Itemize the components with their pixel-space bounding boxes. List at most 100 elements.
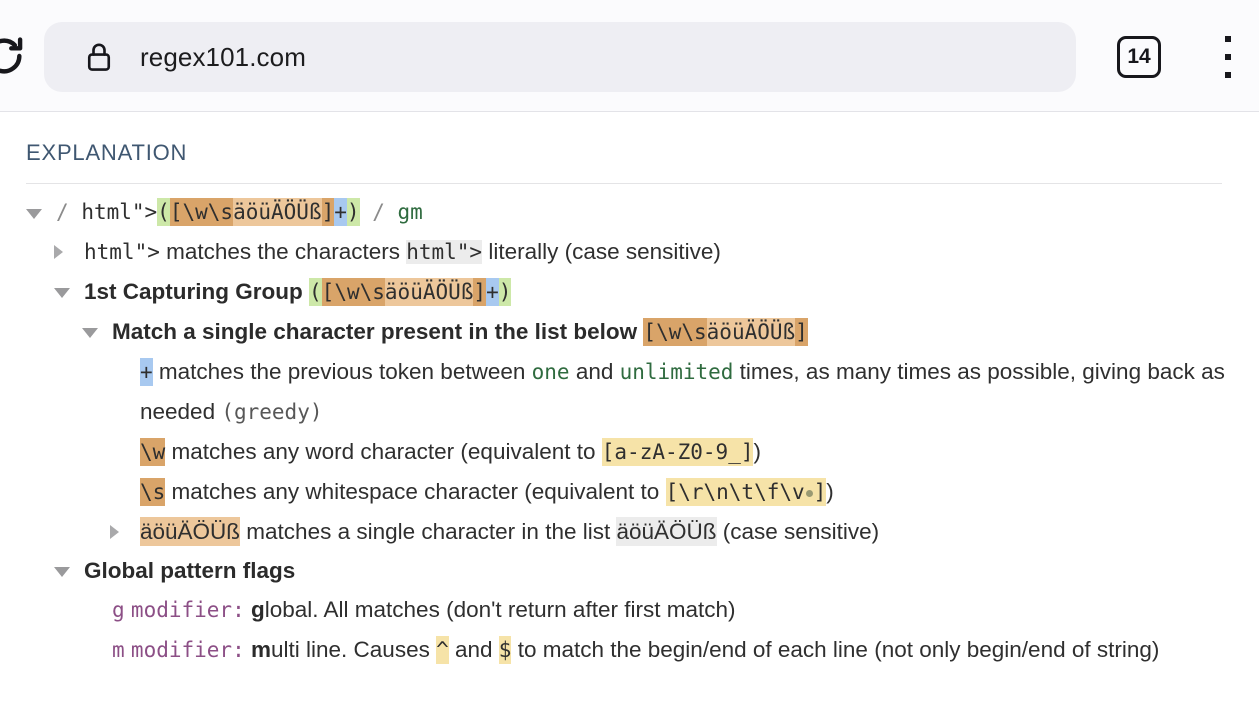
char-class-label: Match a single character present in the …	[112, 319, 638, 344]
whitespace-text: matches any whitespace character (equiva…	[165, 479, 666, 504]
cg-class-open: [	[321, 278, 335, 306]
word-char-equivalent: [a-zA-Z0-9_]	[601, 438, 754, 466]
explanation-tree: / html">([\w\säöüÄÖÜß]+) / gm html"> mat…	[26, 193, 1229, 670]
quantifier-max: unlimited	[619, 360, 734, 384]
page-title: EXPLANATION	[26, 140, 188, 165]
pattern-group-close: )	[346, 198, 360, 226]
quantifier-text-2: and	[569, 359, 620, 384]
cc-class-chars: äöüÄÖÜß	[706, 318, 796, 346]
disclosure-triangle-icon[interactable]	[54, 245, 63, 259]
capturing-group-line: 1st Capturing Group ([\w\säöüÄÖÜß]+)	[84, 272, 1229, 312]
charlist-token: äöüÄÖÜß	[140, 517, 241, 546]
tree-row-global-flags: Global pattern flags	[26, 551, 1229, 590]
tree-row-char-class: Match a single character present in the …	[26, 312, 1229, 352]
reload-icon	[0, 37, 23, 74]
title-divider	[26, 183, 1222, 184]
tree-row-m-flag: m modifier: multi line. Causes ^ and $ t…	[26, 630, 1229, 670]
literal-code: html">	[406, 240, 483, 264]
cc-class-escapes: \w\s	[656, 318, 707, 346]
g-flag-modifier: modifier:	[130, 598, 245, 622]
cg-quantifier: +	[486, 278, 499, 306]
pattern-quantifier: +	[334, 198, 347, 226]
whitespace-line: \s matches any whitespace character (equ…	[140, 472, 1229, 512]
quantifier-greedy: (greedy)	[221, 400, 323, 424]
charlist-text-before: matches a single character in the list	[240, 519, 617, 544]
word-char-token: \w	[140, 438, 166, 466]
cg-class-escapes: \w\s	[334, 278, 385, 306]
literal-token: html">	[84, 240, 160, 264]
whitespace-equivalent-close: ]	[813, 480, 827, 504]
m-flag-modifier: modifier:	[130, 638, 245, 662]
whitespace-text-after: )	[826, 479, 834, 504]
literal-text-after: literally (case sensitive)	[482, 239, 721, 264]
charlist-text-after: (case sensitive)	[716, 519, 880, 544]
quantifier-min: one	[531, 360, 570, 384]
whitespace-equivalent-open: [\r\n\t\f\v	[665, 480, 805, 504]
literal-line: html"> matches the characters html"> lit…	[84, 232, 1229, 272]
literal-text-before: matches the characters	[159, 239, 407, 264]
address-bar[interactable]: regex101.com	[44, 22, 1076, 92]
quantifier-text-1: matches the previous token between	[152, 359, 532, 384]
disclosure-triangle-icon[interactable]	[54, 567, 70, 577]
pattern-group-open: (	[157, 198, 170, 226]
pattern-literal: html">	[81, 200, 158, 224]
whitespace-equivalent: [\r\n\t\f\v]	[665, 478, 827, 506]
g-flag-letter: g	[112, 598, 125, 622]
quantifier-token: +	[140, 358, 153, 386]
overflow-menu-icon[interactable]	[1213, 32, 1243, 82]
m-flag-dollar: $	[498, 636, 512, 664]
pattern-slash-close: /	[372, 200, 385, 224]
m-flag-text-3: to match the begin/end of each line (not…	[511, 637, 1160, 662]
disclosure-triangle-icon[interactable]	[54, 288, 70, 298]
cg-group-open: (	[309, 278, 322, 306]
quantifier-line: + matches the previous token between one…	[140, 352, 1229, 432]
cg-class-close: ]	[473, 278, 487, 306]
cg-class-chars: äöüÄÖÜß	[384, 278, 474, 306]
tree-row-pattern: / html">([\w\säöüÄÖÜß]+) / gm	[26, 193, 1229, 232]
g-flag-bold-letter: g	[250, 597, 265, 622]
cg-group-close: )	[498, 278, 512, 306]
tree-row-literal: html"> matches the characters html"> lit…	[26, 232, 1229, 272]
m-flag-line: m modifier: multi line. Causes ^ and $ t…	[112, 630, 1229, 670]
g-flag-line: g modifier: global. All matches (don't r…	[112, 590, 1229, 630]
menu-dot	[1225, 36, 1231, 42]
tree-row-g-flag: g modifier: global. All matches (don't r…	[26, 590, 1229, 630]
pattern-line: / html">([\w\säöüÄÖÜß]+) / gm	[56, 193, 1229, 232]
pattern-class-open: [	[169, 198, 183, 226]
g-flag-text: lobal. All matches (don't return after f…	[264, 597, 736, 622]
tree-row-word-char: \w matches any word character (equivalen…	[26, 432, 1229, 472]
disclosure-triangle-icon[interactable]	[82, 328, 98, 338]
word-char-text: matches any word character (equivalent t…	[165, 439, 602, 464]
tree-row-capturing-group: 1st Capturing Group ([\w\säöüÄÖÜß]+)	[26, 272, 1229, 312]
pattern-class-escapes: \w\s	[182, 198, 234, 226]
tree-row-charlist: äöüÄÖÜß matches a single character in th…	[26, 512, 1229, 551]
m-flag-bold-letter: m	[250, 637, 271, 662]
tab-count-button[interactable]: 14	[1117, 36, 1161, 78]
charlist-list: äöüÄÖÜß	[616, 517, 717, 546]
space-dot-icon	[805, 489, 813, 497]
cc-class-close: ]	[795, 318, 808, 346]
whitespace-token: \s	[140, 478, 166, 506]
word-char-text-after: )	[753, 439, 761, 464]
pattern-class-close: ]	[321, 198, 335, 226]
menu-dot	[1225, 72, 1231, 78]
pattern-flags: gm	[397, 200, 423, 224]
explanation-panel: EXPLANATION / html">([\w\säöüÄÖÜß]+) / g…	[0, 112, 1259, 670]
disclosure-triangle-icon[interactable]	[26, 209, 42, 219]
global-flags-label: Global pattern flags	[84, 558, 296, 583]
pattern-slash-open: /	[56, 200, 69, 224]
tree-row-quantifier: + matches the previous token between one…	[26, 352, 1229, 432]
menu-dot	[1225, 54, 1231, 60]
m-flag-text-1: ulti line. Causes	[271, 637, 437, 662]
browser-toolbar: regex101.com 14	[0, 0, 1259, 112]
char-class-line: Match a single character present in the …	[112, 312, 1229, 352]
m-flag-text-2: and	[448, 637, 499, 662]
url-text[interactable]: regex101.com	[140, 42, 306, 73]
disclosure-triangle-icon[interactable]	[110, 525, 119, 539]
charlist-line: äöüÄÖÜß matches a single character in th…	[140, 512, 1229, 551]
reload-button[interactable]	[0, 28, 32, 84]
cc-class-open: [	[643, 318, 657, 346]
tree-row-whitespace: \s matches any whitespace character (equ…	[26, 472, 1229, 512]
word-char-line: \w matches any word character (equivalen…	[140, 432, 1229, 472]
m-flag-letter: m	[112, 638, 125, 662]
